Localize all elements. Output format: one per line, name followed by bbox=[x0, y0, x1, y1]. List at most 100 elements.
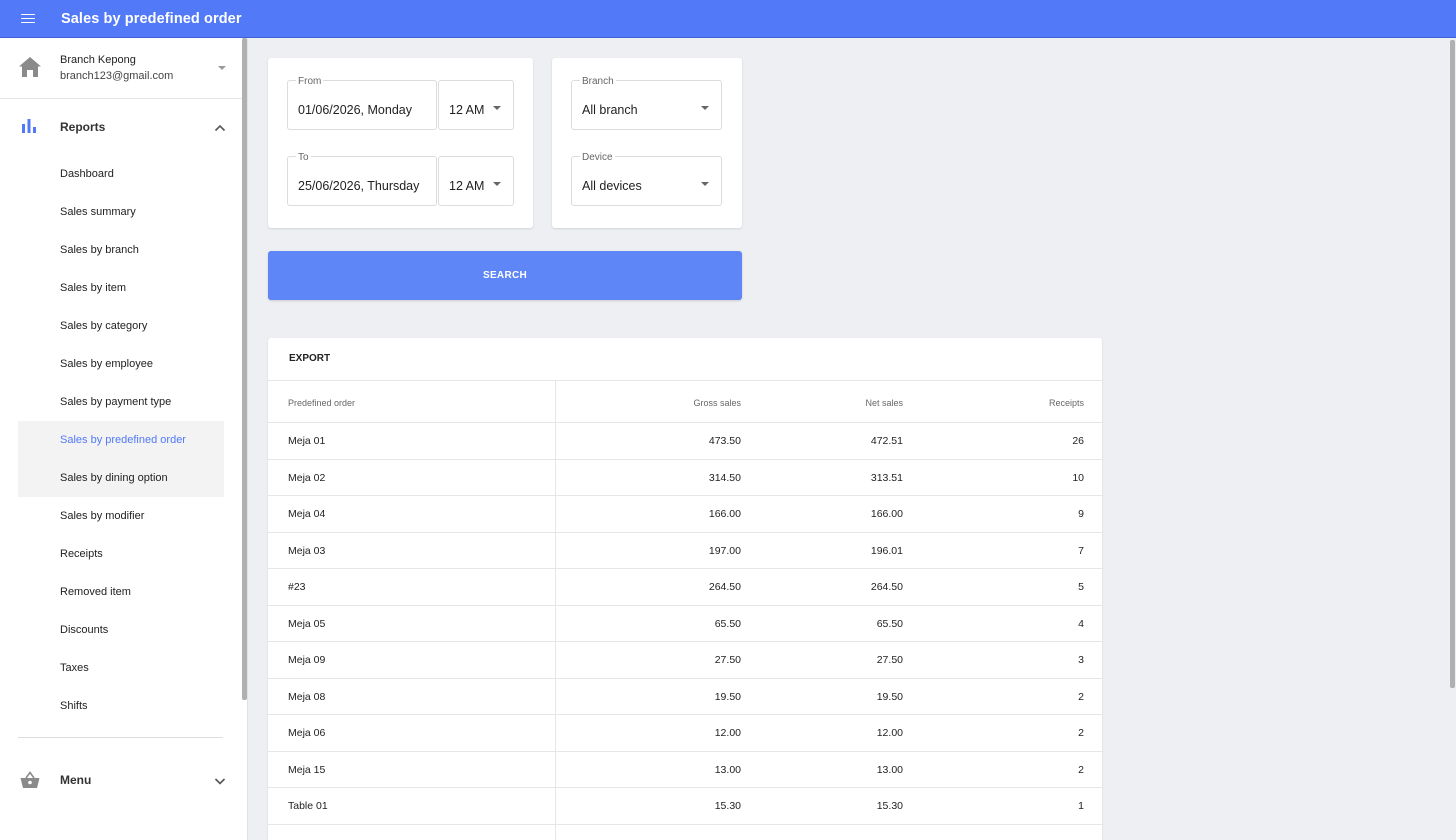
sidebar-section-label: Reports bbox=[60, 120, 106, 134]
field-label: From bbox=[296, 76, 324, 87]
divider bbox=[18, 737, 223, 738]
cell-net-sales: 12.00 bbox=[876, 727, 903, 739]
column-header-gross-sales[interactable]: Gross sales bbox=[693, 398, 741, 408]
sidebar-item-removed-item[interactable]: Removed item bbox=[18, 573, 224, 611]
cell-receipts: 26 bbox=[1072, 435, 1084, 447]
table-row[interactable]: Meja 05 65.50 65.50 4 bbox=[268, 606, 1102, 642]
sidebar-item-sales-by-predefined-order[interactable]: Sales by predefined order bbox=[18, 421, 224, 459]
from-date-field[interactable]: From 01/06/2026, Monday bbox=[287, 76, 437, 130]
to-time-select[interactable]: 12 AM bbox=[438, 156, 514, 206]
dropdown-arrow-icon bbox=[493, 182, 501, 186]
column-header-predefined-order[interactable]: Predefined order bbox=[288, 398, 355, 408]
sidebar-item-sales-by-modifier[interactable]: Sales by modifier bbox=[18, 497, 224, 535]
sidebar-item-sales-by-payment-type[interactable]: Sales by payment type bbox=[18, 383, 224, 421]
field-value: All devices bbox=[582, 179, 642, 193]
sidebar-item-sales-summary[interactable]: Sales summary bbox=[18, 193, 224, 231]
cell-net-sales: 13.00 bbox=[876, 763, 903, 776]
column-header-receipts[interactable]: Receipts bbox=[1049, 398, 1084, 408]
sidebar-item-discounts[interactable]: Discounts bbox=[18, 611, 224, 649]
cell-gross-sales: 19.50 bbox=[714, 690, 741, 703]
report-table-card: EXPORT Predefined order Gross sales Net … bbox=[268, 338, 1102, 840]
cell-net-sales: 19.50 bbox=[876, 690, 903, 703]
table-row[interactable]: #23 264.50 264.50 5 bbox=[268, 569, 1102, 606]
cell-gross-sales: 65.50 bbox=[714, 617, 741, 630]
cell-receipts: 2 bbox=[1078, 727, 1084, 739]
home-icon bbox=[18, 56, 42, 83]
chevron-up-icon[interactable] bbox=[214, 119, 226, 137]
dropdown-arrow-icon bbox=[493, 106, 501, 110]
bar-chart-icon bbox=[20, 118, 38, 139]
table-row[interactable]: Meja 02 314.50 313.51 10 bbox=[268, 460, 1102, 496]
table-row[interactable]: Meja 06 12.00 12.00 2 bbox=[268, 715, 1102, 752]
from-time-select[interactable]: 12 AM bbox=[438, 80, 514, 130]
sidebar-item-sales-by-category[interactable]: Sales by category bbox=[18, 307, 224, 345]
sidebar-section-reports[interactable]: Reports bbox=[0, 99, 247, 155]
sidebar-item-sales-by-employee[interactable]: Sales by employee bbox=[18, 345, 224, 383]
field-label: Device bbox=[580, 152, 615, 163]
cell-predefined-order: Meja 03 bbox=[288, 544, 326, 557]
export-button[interactable]: EXPORT bbox=[289, 353, 330, 364]
sidebar: Branch Kepong branch123@gmail.com Report… bbox=[0, 38, 248, 840]
reports-menu: Dashboard Sales summary Sales by branch … bbox=[0, 155, 247, 725]
field-value: 01/06/2026, Monday bbox=[298, 103, 412, 117]
table-row[interactable]: Meja 09 27.50 27.50 3 bbox=[268, 642, 1102, 679]
sidebar-item-sales-by-dining-option[interactable]: Sales by dining option bbox=[18, 459, 224, 497]
table-row[interactable]: Meja 15 13.00 13.00 2 bbox=[268, 752, 1102, 788]
sidebar-item-sales-by-item[interactable]: Sales by item bbox=[18, 269, 224, 307]
table-row[interactable]: Table 01 15.30 15.30 1 bbox=[268, 788, 1102, 825]
cell-net-sales: 15.30 bbox=[876, 800, 903, 812]
sidebar-scrollbar[interactable] bbox=[242, 38, 247, 700]
cell-gross-sales: 12.00 bbox=[714, 727, 741, 739]
chevron-down-icon[interactable] bbox=[218, 66, 226, 70]
table-header: Predefined order Gross sales Net sales R… bbox=[268, 380, 1102, 423]
cell-receipts: 2 bbox=[1078, 763, 1084, 776]
cell-predefined-order: Meja 01 bbox=[288, 435, 326, 447]
sidebar-section-menu[interactable]: Menu bbox=[0, 752, 247, 808]
cell-receipts: 3 bbox=[1078, 654, 1084, 666]
cell-receipts: 9 bbox=[1078, 508, 1084, 520]
cell-gross-sales: 13.00 bbox=[714, 763, 741, 776]
dropdown-arrow-icon bbox=[701, 182, 709, 186]
sidebar-item-sales-by-branch[interactable]: Sales by branch bbox=[18, 231, 224, 269]
main-scrollbar[interactable] bbox=[1450, 40, 1455, 688]
chevron-down-icon[interactable] bbox=[214, 772, 226, 790]
cell-predefined-order: #23 bbox=[288, 581, 306, 593]
cell-predefined-order: Table 01 bbox=[288, 800, 328, 812]
cell-net-sales: 313.51 bbox=[870, 471, 903, 484]
date-filter-card: From 01/06/2026, Monday 12 AM To 25/06/2… bbox=[268, 58, 533, 228]
field-label: To bbox=[296, 152, 311, 163]
table-row[interactable]: Meja 01 473.50 472.51 26 bbox=[268, 423, 1102, 460]
table-row[interactable]: Meja 04 166.00 166.00 9 bbox=[268, 496, 1102, 533]
field-value: 12 AM bbox=[449, 179, 485, 193]
column-divider bbox=[555, 380, 556, 840]
account-name: Branch Kepong bbox=[60, 54, 136, 66]
sidebar-item-taxes[interactable]: Taxes bbox=[18, 649, 224, 687]
field-value: All branch bbox=[582, 103, 638, 117]
branch-select[interactable]: Branch All branch bbox=[571, 76, 722, 130]
cell-receipts: 5 bbox=[1078, 581, 1084, 593]
cell-receipts: 7 bbox=[1078, 544, 1084, 557]
cell-net-sales: 196.01 bbox=[870, 544, 903, 557]
basket-icon bbox=[20, 771, 40, 794]
hamburger-icon[interactable] bbox=[0, 0, 56, 38]
account-switcher[interactable]: Branch Kepong branch123@gmail.com bbox=[0, 38, 247, 99]
sidebar-item-dashboard[interactable]: Dashboard bbox=[18, 155, 224, 193]
cell-predefined-order: Meja 08 bbox=[288, 690, 326, 703]
table-row[interactable]: Meja 03 197.00 196.01 7 bbox=[268, 533, 1102, 569]
cell-gross-sales: 473.50 bbox=[708, 435, 741, 447]
device-select[interactable]: Device All devices bbox=[571, 152, 722, 206]
sidebar-item-shifts[interactable]: Shifts bbox=[18, 687, 224, 725]
cell-gross-sales: 314.50 bbox=[708, 471, 741, 484]
dropdown-arrow-icon bbox=[701, 106, 709, 110]
table-row[interactable]: Meja 08 19.50 19.50 2 bbox=[268, 679, 1102, 715]
cell-predefined-order: Meja 15 bbox=[288, 763, 326, 776]
branch-device-card: Branch All branch Device All devices bbox=[552, 58, 742, 228]
app-bar: Sales by predefined order bbox=[0, 0, 1456, 38]
cell-predefined-order: Meja 04 bbox=[288, 508, 326, 520]
sidebar-item-receipts[interactable]: Receipts bbox=[18, 535, 224, 573]
column-header-net-sales[interactable]: Net sales bbox=[865, 398, 903, 408]
search-button[interactable]: SEARCH bbox=[268, 251, 742, 300]
cell-predefined-order: Meja 02 bbox=[288, 471, 326, 484]
to-date-field[interactable]: To 25/06/2026, Thursday bbox=[287, 152, 437, 206]
cell-gross-sales: 166.00 bbox=[708, 508, 741, 520]
